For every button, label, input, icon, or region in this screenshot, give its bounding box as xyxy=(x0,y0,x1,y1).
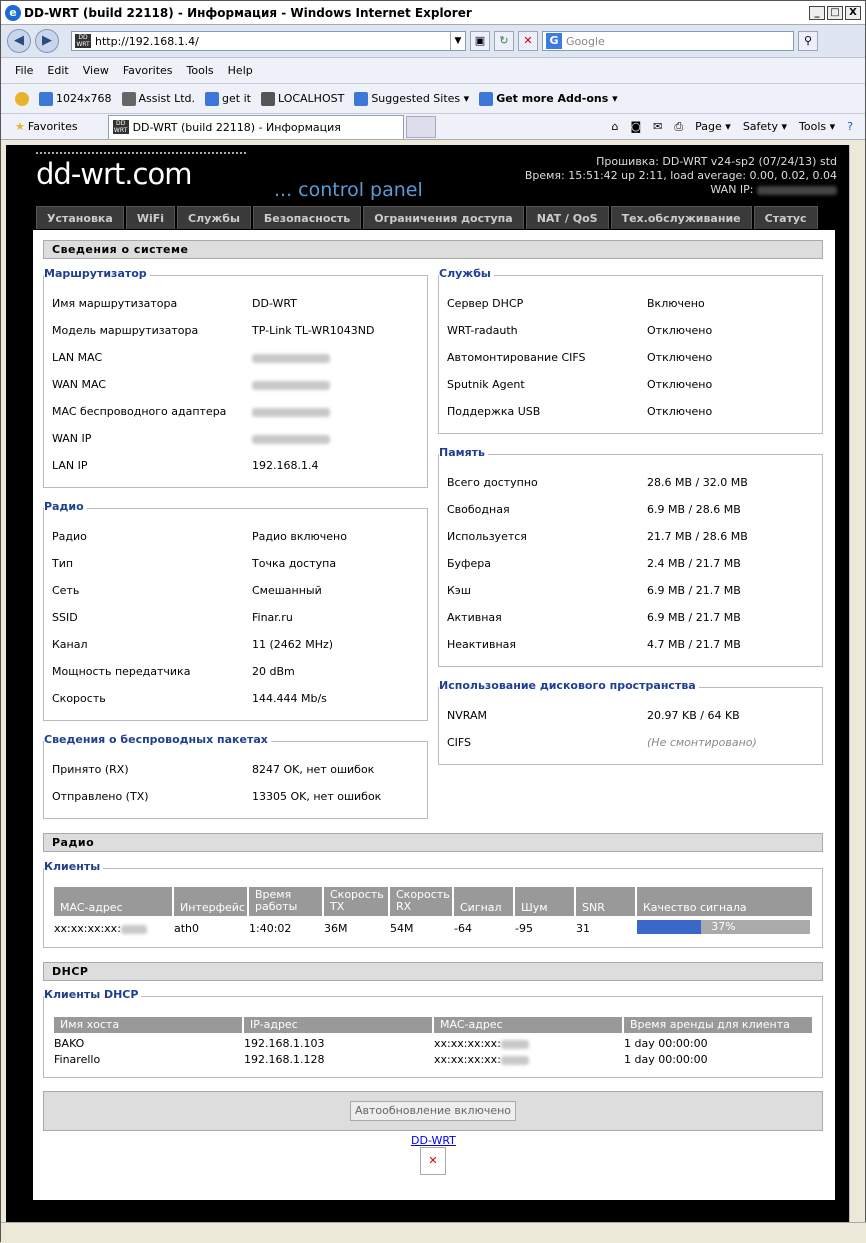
services-box: Службы Сервер DHCP Включено WRT-radauth От… xyxy=(438,267,823,434)
address-dropdown-button[interactable]: ▼ xyxy=(450,32,465,50)
main-tabs: Установка WiFi Службы Безопасность Огран… xyxy=(36,206,818,229)
feeds-icon[interactable]: ◙ xyxy=(630,120,641,133)
dhcp-section-header: DHCP xyxy=(43,962,823,981)
ddwrt-footer-link[interactable]: DD-WRT xyxy=(411,1134,456,1147)
fav-link-localhost[interactable]: LOCALHOST xyxy=(260,91,344,106)
address-input[interactable]: DD WRT http://192.168.1.4/ ▼ xyxy=(71,31,466,51)
window-title: DD-WRT (build 22118) - Информация - Wind… xyxy=(24,5,472,20)
ie-logo-icon: e xyxy=(5,4,21,21)
close-button[interactable]: X xyxy=(845,5,861,20)
new-tab-button[interactable] xyxy=(405,115,436,138)
page-icon xyxy=(260,91,275,106)
uptime-text: Время: 15:51:42 up 2:11, load average: 0… xyxy=(524,169,837,182)
tab-access[interactable]: Ограничения доступа xyxy=(363,206,524,229)
packets-box: Сведения о беспроводных пакетах Принято … xyxy=(43,733,428,819)
url-text: http://192.168.1.4/ xyxy=(95,34,199,48)
dhcp-box: Клиенты DHCP Имя хоста IP-адрес MAC-адре… xyxy=(43,988,823,1078)
radio-box: Радио Радио Радио включено Тип Точка досту… xyxy=(43,500,428,721)
page-icon xyxy=(121,91,136,106)
tab-security[interactable]: Безопасность xyxy=(252,206,362,229)
tab-bar: ★ Favorites DD WRT DD-WRT (build 22118) - … xyxy=(1,114,865,140)
title-bar: e DD-WRT (build 22118) - Информация - Wi… xyxy=(1,1,865,25)
print-icon[interactable]: ⎙ xyxy=(674,120,683,134)
search-placeholder: Google xyxy=(566,34,605,48)
menu-bar: File Edit View Favorites Tools Help xyxy=(1,58,865,84)
tab-setup[interactable]: Установка xyxy=(36,206,124,229)
router-info: Прошивка: DD-WRT v24-sp2 (07/24/13) std … xyxy=(525,155,837,197)
compatibility-icon[interactable]: ▣ xyxy=(470,31,490,51)
favorites-button[interactable]: ★ Favorites xyxy=(15,120,78,133)
home-icon[interactable]: ⌂ xyxy=(611,120,618,133)
search-input[interactable]: G Google xyxy=(542,31,794,51)
menu-tools[interactable]: Tools xyxy=(187,64,214,77)
search-button[interactable]: ⚲ xyxy=(798,31,818,51)
menu-help[interactable]: Help xyxy=(228,64,253,77)
broken-image-icon: ✕ xyxy=(420,1147,446,1175)
browser-window: e DD-WRT (build 22118) - Информация - Wi… xyxy=(0,0,866,1243)
forward-button[interactable]: ▶ xyxy=(35,29,59,53)
fav-link-assist[interactable]: Assist Ltd. xyxy=(121,91,195,106)
stop-button[interactable]: ✕ xyxy=(518,31,538,51)
menu-edit[interactable]: Edit xyxy=(47,64,68,77)
google-icon: G xyxy=(546,33,562,49)
ie-page-icon xyxy=(479,91,494,106)
firmware-text: Прошивка: DD-WRT v24-sp2 (07/24/13) std xyxy=(596,155,837,168)
browser-tab[interactable]: DD WRT DD-WRT (build 22118) - Информация xyxy=(107,114,404,139)
tools-menu[interactable]: Tools ▾ xyxy=(799,120,835,133)
ddwrt-favicon-icon: DD WRT xyxy=(75,34,91,48)
safety-menu[interactable]: Safety ▾ xyxy=(743,120,787,133)
tab-services[interactable]: Службы xyxy=(177,206,251,229)
memory-box: Память Всего доступно 28.6 MB / 32.0 MB С… xyxy=(438,446,823,667)
fav-link-1024[interactable]: 1024x768 xyxy=(39,91,112,106)
vertical-scrollbar[interactable] xyxy=(849,145,865,1222)
tab-nat-qos[interactable]: NAT / QoS xyxy=(525,206,609,229)
control-panel-tagline: ... control panel xyxy=(274,179,423,201)
fav-get-addons[interactable]: Get more Add-ons ▾ xyxy=(479,91,618,106)
wan-ip-line: WAN IP: xyxy=(525,183,837,197)
fav-link-getit[interactable]: get it xyxy=(205,91,251,106)
signal-quality-bar: 37% xyxy=(637,920,810,934)
tab-administration[interactable]: Тех.обслуживание xyxy=(610,206,752,229)
menu-file[interactable]: File xyxy=(15,64,33,77)
favorites-star-icon[interactable] xyxy=(15,91,29,106)
clients-box: Клиенты MAC-адрес Интерфейс Время работы… xyxy=(43,860,823,948)
system-section-header: Сведения о системе xyxy=(43,240,823,259)
ie-page-icon xyxy=(205,91,220,106)
suggested-sites-icon xyxy=(354,91,369,106)
minimize-button[interactable]: _ xyxy=(809,5,825,20)
maximize-button[interactable]: □ xyxy=(827,5,843,20)
page-viewport: dd-wrt.com ... control panel Прошивка: D… xyxy=(6,145,849,1222)
ddwrt-logo: dd-wrt.com xyxy=(36,152,246,191)
signal-quality-text: 37% xyxy=(711,920,736,933)
page-menu[interactable]: Page ▾ xyxy=(695,120,731,133)
tab-status[interactable]: Статус xyxy=(753,206,818,229)
fav-suggested-sites[interactable]: Suggested Sites ▾ xyxy=(354,91,469,106)
auto-refresh-button[interactable]: Автообновление включено xyxy=(350,1101,516,1121)
client-mac: xx:xx:xx:xx: xyxy=(54,922,147,935)
status-page: Сведения о системе Маршрутизатор Имя мар… xyxy=(33,230,835,1200)
router-box: Маршрутизатор Имя маршрутизатора DD-WRT М… xyxy=(43,267,428,488)
tab-wifi[interactable]: WiFi xyxy=(125,206,176,229)
refresh-button[interactable]: ↻ xyxy=(494,31,514,51)
favorites-bar: 1024x768 Assist Ltd. get it LOCALHOST Su… xyxy=(1,84,865,114)
status-bar xyxy=(1,1222,866,1243)
ie-page-icon xyxy=(39,91,53,106)
disk-box: Использование дискового пространства NVR… xyxy=(438,679,823,765)
back-button[interactable]: ◀ xyxy=(7,29,31,53)
tab-title: DD-WRT (build 22118) - Информация xyxy=(132,120,341,134)
ddwrt-favicon-icon: DD WRT xyxy=(112,120,129,134)
mail-icon[interactable]: ✉ xyxy=(653,120,662,133)
menu-view[interactable]: View xyxy=(83,64,109,77)
address-bar-row: ◀ ▶ DD WRT http://192.168.1.4/ ▼ ▣ ↻ ✕ G … xyxy=(1,25,865,58)
auto-refresh-panel: Автообновление включено xyxy=(43,1091,823,1131)
menu-favorites[interactable]: Favorites xyxy=(123,64,173,77)
help-icon[interactable]: ? xyxy=(847,120,853,133)
radio-section-header: Радио xyxy=(43,833,823,852)
